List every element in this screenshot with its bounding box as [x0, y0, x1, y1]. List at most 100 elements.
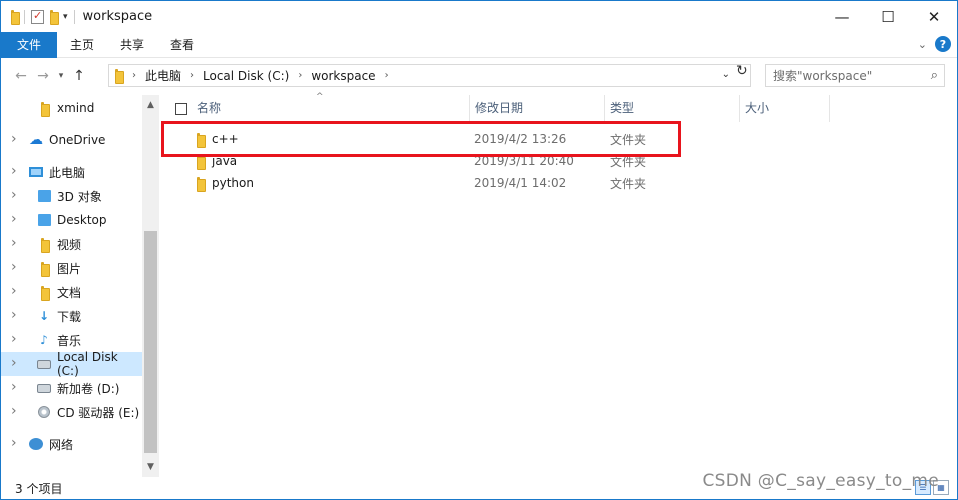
- sidebar-item-label: 文档: [57, 285, 82, 300]
- disk-icon: [37, 383, 51, 393]
- local-disk-icon: [37, 359, 51, 369]
- sidebar-item-label: CD 驱动器 (E:): [57, 405, 140, 420]
- window-title: workspace: [82, 9, 153, 24]
- refresh-icon[interactable]: ↻: [736, 63, 748, 79]
- sidebar-item-label: xmind: [57, 101, 95, 115]
- highlight-annotation-box: [161, 121, 681, 157]
- sidebar-item-label: OneDrive: [49, 133, 106, 147]
- scroll-down-arrow-icon[interactable]: ▼: [142, 459, 159, 475]
- expand-ribbon-chevron-icon[interactable]: ⌄: [918, 38, 927, 51]
- file-type: 文件夹: [610, 176, 647, 191]
- column-divider[interactable]: [829, 95, 830, 122]
- sidebar-item-xmind[interactable]: xmind: [1, 96, 142, 120]
- forward-arrow-icon[interactable]: →: [32, 65, 54, 87]
- breadcrumb-separator-icon[interactable]: ›: [298, 70, 302, 81]
- sidebar-item-local-disk-c[interactable]: Local Disk (C:): [1, 350, 142, 378]
- back-arrow-icon[interactable]: ←: [10, 65, 32, 87]
- sidebar-scrollbar[interactable]: ▲ ▼: [142, 95, 159, 477]
- sidebar-item-label: 视频: [57, 237, 82, 252]
- sidebar-item-pictures[interactable]: 图片: [1, 256, 142, 280]
- minimize-button[interactable]: —: [819, 1, 865, 32]
- table-row[interactable]: python 2019/4/1 14:02 文件夹: [159, 172, 957, 194]
- customize-toolbar-chevron-icon[interactable]: ▾: [63, 12, 68, 22]
- up-arrow-icon[interactable]: ↑: [68, 65, 90, 87]
- title-bar: ▾ workspace — ☐ ✕: [1, 1, 957, 32]
- navigation-pane: xmind ☁ OneDrive 此电脑 3D 对象 Desktop 视频 图片: [1, 95, 159, 477]
- sidebar-item-label: Desktop: [57, 213, 107, 227]
- breadcrumb-separator-icon[interactable]: ›: [132, 70, 136, 81]
- maximize-button[interactable]: ☐: [865, 1, 911, 32]
- tab-home[interactable]: 主页: [57, 32, 107, 58]
- documents-icon: [40, 285, 50, 301]
- column-header-date[interactable]: 修改日期: [469, 95, 604, 122]
- cd-drive-icon: [38, 406, 50, 418]
- column-header-type[interactable]: 类型: [604, 95, 739, 122]
- tab-share[interactable]: 共享: [107, 32, 157, 58]
- sidebar-item-onedrive[interactable]: ☁ OneDrive: [1, 128, 142, 152]
- breadcrumb-workspace[interactable]: workspace: [311, 69, 375, 83]
- sidebar-item-documents[interactable]: 文档: [1, 280, 142, 304]
- new-folder-icon[interactable]: [50, 10, 59, 25]
- column-headers: ^ 名称 修改日期 类型 大小: [159, 92, 957, 122]
- sidebar-item-label: Local Disk (C:): [57, 350, 118, 378]
- video-icon: [40, 237, 50, 253]
- breadcrumb-separator-icon[interactable]: ›: [385, 70, 389, 81]
- help-icon[interactable]: ?: [935, 36, 951, 52]
- ribbon-tabs: 文件 主页 共享 查看 ⌄ ?: [1, 31, 957, 58]
- recent-locations-chevron-icon[interactable]: ▾: [54, 65, 68, 87]
- item-count: 3 个项目: [15, 481, 63, 496]
- watermark-text: CSDN @C_say_easy_to_me: [702, 471, 939, 491]
- navigation-bar: ← → ▾ ↑ › 此电脑 › Local Disk (C:) › worksp…: [1, 59, 957, 93]
- tab-file[interactable]: 文件: [1, 31, 58, 58]
- sidebar-item-label: 图片: [57, 261, 82, 276]
- search-input[interactable]: [773, 68, 923, 83]
- breadcrumb-this-pc[interactable]: 此电脑: [145, 67, 181, 84]
- scrollbar-thumb[interactable]: [144, 231, 157, 453]
- column-header-size[interactable]: 大小: [739, 95, 829, 122]
- sidebar-item-label: 网络: [49, 437, 74, 452]
- toolbar-divider: [73, 9, 75, 24]
- 3d-objects-icon: [37, 190, 51, 202]
- download-icon: ↓: [38, 309, 50, 323]
- window-controls: — ☐ ✕: [819, 1, 957, 32]
- address-bar[interactable]: › 此电脑 › Local Disk (C:) › workspace › ⌄: [108, 64, 751, 87]
- toolbar-divider: [24, 9, 25, 24]
- music-icon: ♪: [40, 333, 48, 347]
- sidebar-item-downloads[interactable]: ↓ 下载: [1, 304, 142, 328]
- sidebar-item-3d-objects[interactable]: 3D 对象: [1, 184, 142, 208]
- search-icon[interactable]: ⌕: [931, 68, 938, 83]
- folder-icon: [115, 69, 124, 84]
- close-button[interactable]: ✕: [911, 1, 957, 32]
- cloud-icon: ☁: [29, 132, 43, 148]
- file-list: ^ 名称 修改日期 类型 大小 c++ 2019/4/2 13:26 文件夹 j…: [159, 92, 957, 477]
- sidebar-item-music[interactable]: ♪ 音乐: [1, 328, 142, 352]
- sidebar-item-videos[interactable]: 视频: [1, 232, 142, 256]
- tab-view[interactable]: 查看: [157, 32, 207, 58]
- sidebar-item-label: 此电脑: [49, 165, 86, 180]
- address-history-chevron-icon[interactable]: ⌄: [722, 69, 730, 80]
- file-name-cell: python: [197, 176, 254, 192]
- sidebar-item-label: 音乐: [57, 333, 82, 348]
- sidebar-item-network[interactable]: 网络: [1, 432, 142, 456]
- folder-icon: [11, 10, 20, 25]
- properties-icon[interactable]: [31, 9, 44, 24]
- explorer-window: ▾ workspace — ☐ ✕ 文件 主页 共享 查看 ⌄ ? ← → ▾ …: [0, 0, 958, 500]
- ribbon-right-controls: ⌄ ?: [918, 36, 951, 52]
- network-icon: [29, 438, 43, 450]
- sidebar-item-label: 下载: [57, 309, 82, 324]
- breadcrumb-separator-icon[interactable]: ›: [190, 70, 194, 81]
- sidebar-item-cd-drive-e[interactable]: CD 驱动器 (E:): [1, 400, 142, 424]
- sidebar-item-new-volume-d[interactable]: 新加卷 (D:): [1, 376, 142, 400]
- folder-icon: [197, 176, 206, 192]
- search-box[interactable]: ⌕: [765, 64, 945, 87]
- breadcrumb-local-disk[interactable]: Local Disk (C:): [203, 69, 289, 83]
- folder-icon: [40, 101, 50, 117]
- sidebar-item-label: 3D 对象: [57, 189, 102, 204]
- scroll-up-arrow-icon[interactable]: ▲: [142, 97, 159, 113]
- select-all-checkbox[interactable]: [175, 103, 187, 115]
- column-header-name[interactable]: 名称: [191, 95, 469, 122]
- sidebar-item-label: 新加卷 (D:): [57, 381, 120, 396]
- quick-access-toolbar: ▾: [11, 1, 75, 32]
- sidebar-item-this-pc[interactable]: 此电脑: [1, 160, 142, 184]
- sidebar-item-desktop[interactable]: Desktop: [1, 208, 142, 232]
